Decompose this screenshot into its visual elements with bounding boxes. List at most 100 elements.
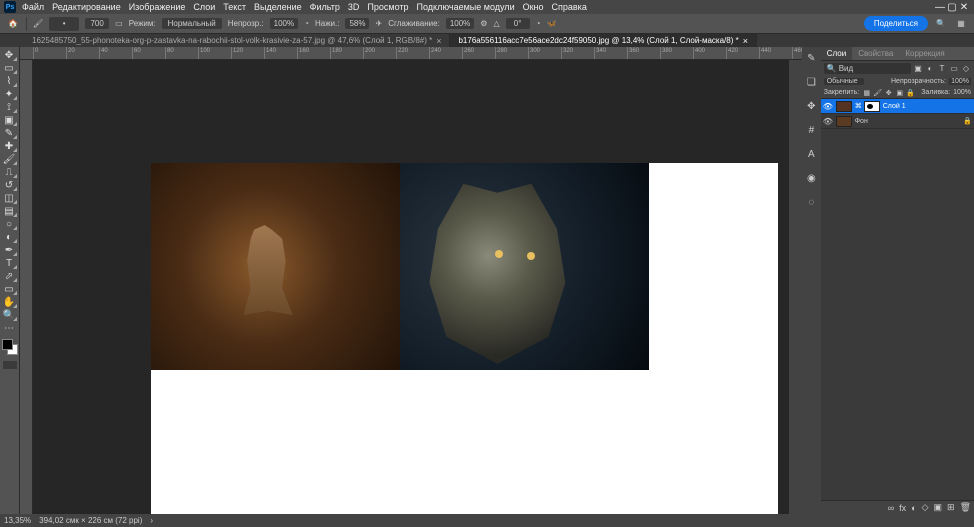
tool-hand[interactable]: ✋ bbox=[0, 296, 18, 309]
document-tab-1[interactable]: 1625485750_55-phonoteka-org-p-zastavka-n… bbox=[24, 34, 450, 47]
window-minimize[interactable]: — bbox=[934, 2, 946, 13]
link-layers-icon[interactable]: ∞ bbox=[888, 503, 894, 513]
dock-icon-4[interactable]: A bbox=[804, 147, 818, 161]
zoom-level[interactable]: 13,35% bbox=[4, 516, 31, 525]
window-close[interactable]: ✕ bbox=[958, 2, 970, 13]
fill-input[interactable]: 100% bbox=[953, 89, 971, 96]
tool-stamp[interactable]: ⎍ bbox=[0, 166, 18, 179]
adjustment-layer-icon[interactable]: ◇ bbox=[922, 502, 929, 513]
dock-icon-1[interactable]: ❏ bbox=[804, 75, 818, 89]
tool-history[interactable]: ↺ bbox=[0, 179, 18, 192]
menu-edit[interactable]: Редактирование bbox=[52, 2, 121, 12]
brush-size-input[interactable]: 700 bbox=[85, 18, 109, 29]
document-dimensions[interactable]: 394,02 смк × 226 см (72 ppi) bbox=[39, 516, 142, 525]
tool-heal[interactable]: ✚ bbox=[0, 140, 18, 153]
viewport[interactable] bbox=[33, 60, 789, 514]
pressure-size-icon[interactable]: ◔ bbox=[536, 19, 541, 28]
dock-icon-3[interactable]: # bbox=[804, 123, 818, 137]
tool-dodge[interactable]: ◐ bbox=[0, 231, 18, 244]
menu-plugins[interactable]: Подключаемые модули bbox=[417, 2, 515, 12]
menu-help[interactable]: Справка bbox=[552, 2, 587, 12]
tool-marquee[interactable]: ▭ bbox=[0, 62, 18, 75]
tool-zoom[interactable]: 🔍 bbox=[0, 309, 18, 322]
layer-mask-icon[interactable]: ◐ bbox=[911, 503, 916, 513]
document-tab-2[interactable]: b176a556116acc7e56ace2dc24f59050.jpg @ 1… bbox=[450, 34, 757, 47]
layer-thumbnail[interactable] bbox=[836, 101, 852, 112]
opacity-input[interactable]: 100% bbox=[270, 18, 298, 29]
scrollbar-vertical[interactable] bbox=[789, 60, 802, 514]
foreground-swatch[interactable] bbox=[2, 339, 13, 350]
close-icon[interactable]: × bbox=[743, 36, 748, 46]
tool-wand[interactable]: ✦ bbox=[0, 88, 18, 101]
tab-adjustments[interactable]: Коррекция bbox=[899, 47, 950, 60]
airbrush-icon[interactable]: ✈ bbox=[375, 19, 382, 28]
menu-file[interactable]: Файл bbox=[22, 2, 44, 12]
tool-frame[interactable]: ▣ bbox=[0, 114, 18, 127]
layer-opacity-input[interactable]: 100% bbox=[949, 78, 971, 85]
menu-image[interactable]: Изображение bbox=[129, 2, 186, 12]
symmetry-icon[interactable]: 🦋 bbox=[546, 19, 556, 28]
layer-thumbnail[interactable] bbox=[836, 116, 852, 127]
dock-icon-6[interactable]: ◌ bbox=[804, 195, 818, 209]
smoothing-input[interactable]: 100% bbox=[446, 18, 474, 29]
tool-eraser[interactable]: ◫ bbox=[0, 192, 18, 205]
menu-3d[interactable]: 3D bbox=[348, 2, 360, 12]
ruler-vertical[interactable] bbox=[20, 60, 33, 514]
share-button[interactable]: Поделиться bbox=[864, 16, 928, 31]
dock-icon-5[interactable]: ◉ bbox=[804, 171, 818, 185]
filter-image-icon[interactable]: ▣ bbox=[913, 64, 923, 73]
layer-row-1[interactable]: 👁 ⌘ Слой 1 bbox=[821, 99, 974, 114]
tool-eyedropper[interactable]: ✎ bbox=[0, 127, 18, 140]
menu-text[interactable]: Текст bbox=[223, 2, 246, 12]
tool-gradient[interactable]: ▤ bbox=[0, 205, 18, 218]
menu-select[interactable]: Выделение bbox=[254, 2, 302, 12]
menu-filter[interactable]: Фильтр bbox=[310, 2, 340, 12]
tool-pen[interactable]: ✒ bbox=[0, 244, 18, 257]
brush-preset[interactable]: • bbox=[49, 17, 79, 31]
search-icon[interactable]: 🔍 bbox=[934, 17, 948, 31]
filter-shape-icon[interactable]: ▭ bbox=[949, 64, 959, 73]
workspace-icon[interactable]: ▦ bbox=[954, 17, 968, 31]
tool-path[interactable]: ⬀ bbox=[0, 270, 18, 283]
pressure-opacity-icon[interactable]: ◔ bbox=[304, 19, 309, 28]
document-canvas[interactable] bbox=[151, 163, 778, 514]
tool-crop[interactable]: ⟟ bbox=[0, 101, 18, 114]
angle-input[interactable]: 0° bbox=[506, 18, 530, 29]
close-icon[interactable]: × bbox=[436, 36, 441, 46]
filter-adjust-icon[interactable]: ◐ bbox=[925, 64, 935, 73]
info-chevron-icon[interactable]: › bbox=[150, 516, 153, 525]
lock-paint-icon[interactable]: 🖌 bbox=[873, 89, 882, 97]
layer-search-input[interactable]: 🔍 Вид bbox=[824, 63, 911, 74]
color-swatches[interactable] bbox=[2, 339, 18, 355]
delete-layer-icon[interactable]: 🗑 bbox=[960, 502, 971, 513]
blend-mode-dropdown[interactable]: Нормальный bbox=[162, 18, 222, 29]
layer-group-icon[interactable]: ▣ bbox=[934, 502, 943, 513]
menu-window[interactable]: Окно bbox=[523, 2, 544, 12]
quickmask-toggle[interactable] bbox=[3, 361, 17, 369]
tool-brush[interactable]: 🖌 bbox=[0, 153, 18, 166]
tool-more[interactable]: ⋯ bbox=[0, 322, 18, 335]
flow-input[interactable]: 58% bbox=[345, 18, 369, 29]
lock-all-icon[interactable]: 🔒 bbox=[906, 89, 915, 97]
tab-layers[interactable]: Слои bbox=[821, 47, 852, 60]
menu-layers[interactable]: Слои bbox=[193, 2, 215, 12]
layer-blend-dropdown[interactable]: Обычные bbox=[824, 78, 864, 85]
tab-properties[interactable]: Свойства bbox=[852, 47, 899, 60]
brush-icon[interactable]: 🖌 bbox=[33, 19, 43, 28]
tool-blur[interactable]: ○ bbox=[0, 218, 18, 231]
layer-name[interactable]: Слой 1 bbox=[883, 103, 972, 110]
dock-icon-0[interactable]: ✎ bbox=[804, 51, 818, 65]
dock-icon-2[interactable]: ✥ bbox=[804, 99, 818, 113]
lock-pixels-icon[interactable]: ▦ bbox=[862, 89, 871, 97]
visibility-toggle[interactable]: 👁 bbox=[823, 117, 833, 126]
layer-fx-icon[interactable]: fx bbox=[899, 503, 906, 513]
lock-artboard-icon[interactable]: ▣ bbox=[895, 89, 904, 97]
tool-move[interactable]: ✥ bbox=[0, 49, 18, 62]
filter-smart-icon[interactable]: ◇ bbox=[961, 64, 971, 73]
visibility-toggle[interactable]: 👁 bbox=[823, 102, 833, 111]
home-icon[interactable]: 🏠 bbox=[6, 17, 20, 31]
filter-type-icon[interactable]: T bbox=[937, 64, 947, 73]
menu-view[interactable]: Просмотр bbox=[367, 2, 408, 12]
mask-thumbnail[interactable] bbox=[864, 101, 880, 112]
tool-lasso[interactable]: ⌇ bbox=[0, 75, 18, 88]
